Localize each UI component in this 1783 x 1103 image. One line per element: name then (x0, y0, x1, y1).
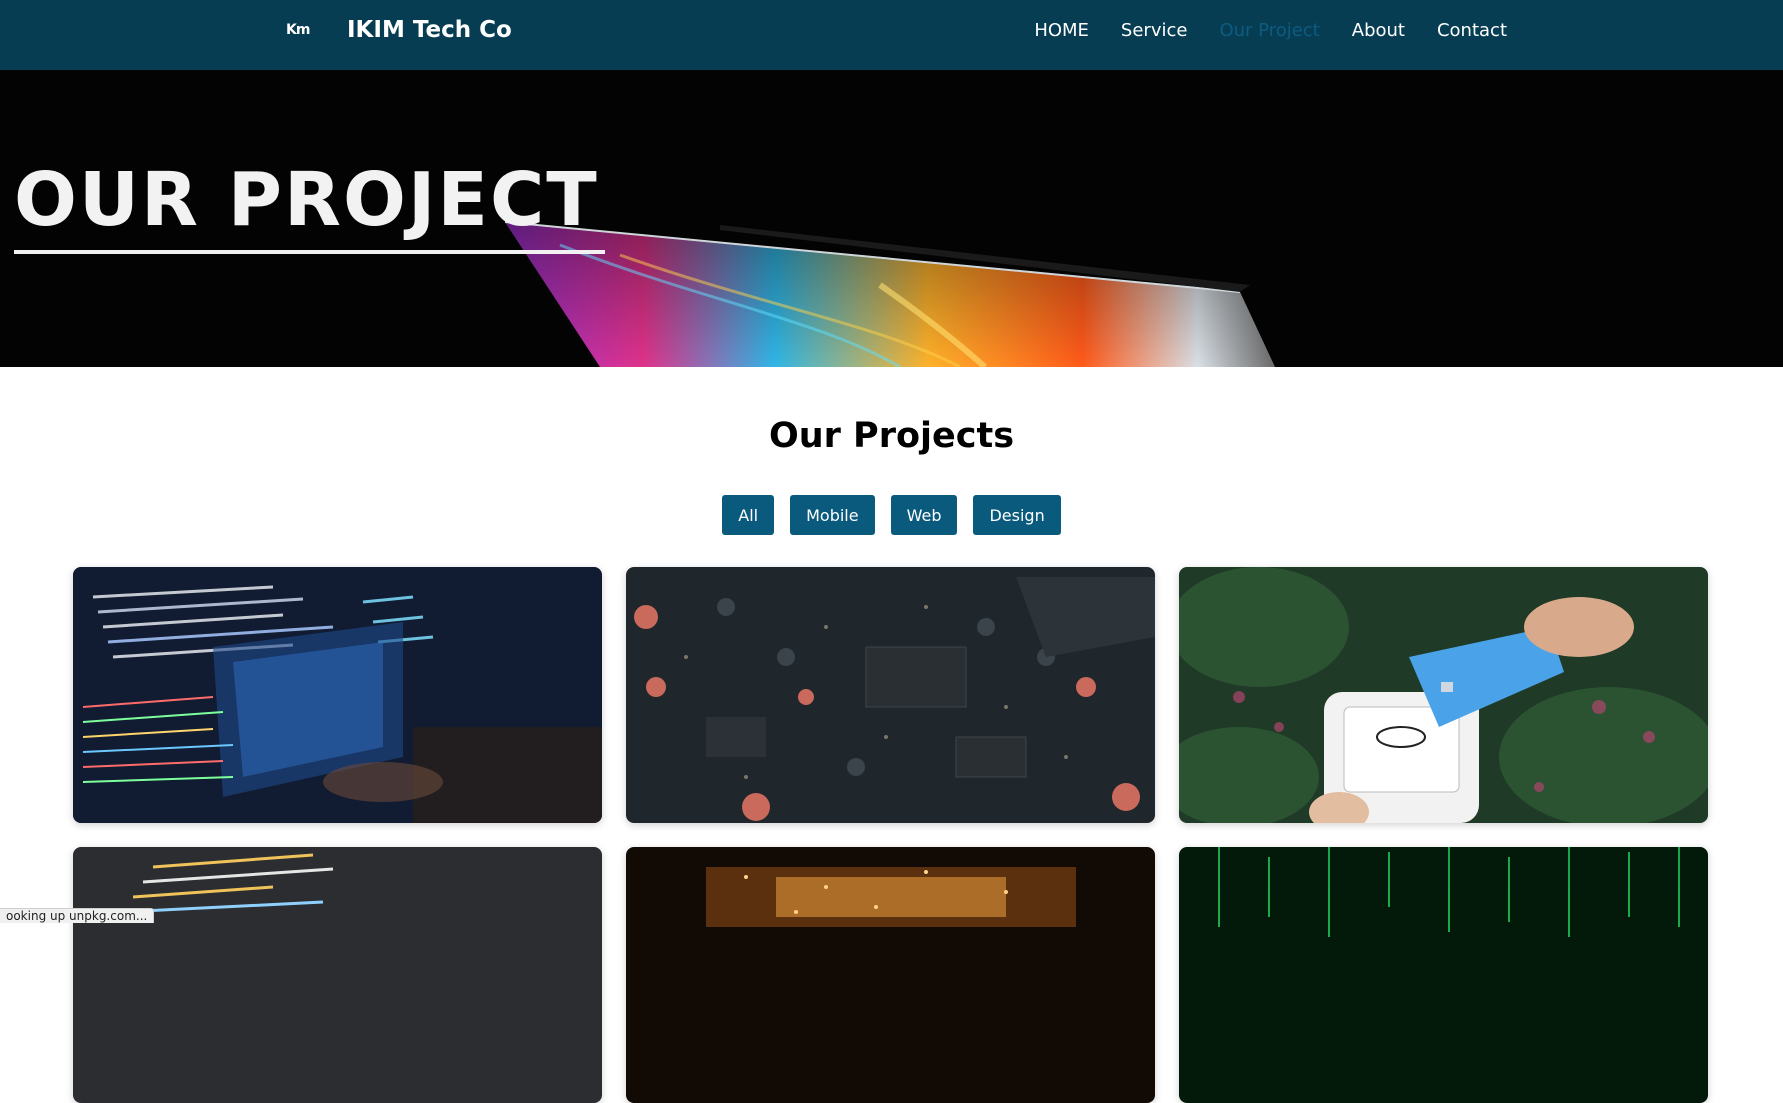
navbar: Km IKIM Tech Co HOME Service Our Project… (0, 0, 1783, 70)
projects-title: Our Projects (0, 416, 1783, 456)
project-card-code-screen[interactable] (73, 567, 602, 823)
nav-link-our-project[interactable]: Our Project (1219, 20, 1319, 41)
project-card-payment-terminal[interactable] (1179, 567, 1708, 823)
project-card-php-code[interactable] (73, 847, 602, 1103)
nav-link-home[interactable]: HOME (1034, 20, 1089, 41)
circuit-board-image (626, 567, 1155, 823)
hero-title: OUR PROJECT (14, 157, 599, 243)
browser-status-bar: ooking up unpkg.com... (0, 908, 154, 923)
matrix-code-image (1179, 847, 1708, 1103)
filter-design-button[interactable]: Design (973, 495, 1060, 535)
light-tunnel-image (626, 847, 1155, 1103)
code-screen-image (73, 567, 602, 823)
nav-links: HOME Service Our Project About Contact (1034, 20, 1507, 41)
php-code-image (73, 847, 602, 1103)
filter-all-button[interactable]: All (722, 495, 774, 535)
hero-underline (14, 250, 605, 254)
brand-logo[interactable]: Km (286, 22, 316, 42)
filter-web-button[interactable]: Web (891, 495, 958, 535)
card-payment-terminal-image (1179, 567, 1708, 823)
nav-link-contact[interactable]: Contact (1437, 20, 1507, 41)
filter-mobile-button[interactable]: Mobile (790, 495, 874, 535)
project-card-matrix-code[interactable] (1179, 847, 1708, 1103)
brand-name[interactable]: IKIM Tech Co (347, 17, 512, 43)
nav-link-about[interactable]: About (1352, 20, 1405, 41)
hero-banner: OUR PROJECT (0, 70, 1783, 367)
project-filters: All Mobile Web Design (0, 495, 1783, 535)
project-card-circuit-board[interactable] (626, 567, 1155, 823)
nav-link-service[interactable]: Service (1121, 20, 1188, 41)
project-card-light-tunnel[interactable] (626, 847, 1155, 1103)
